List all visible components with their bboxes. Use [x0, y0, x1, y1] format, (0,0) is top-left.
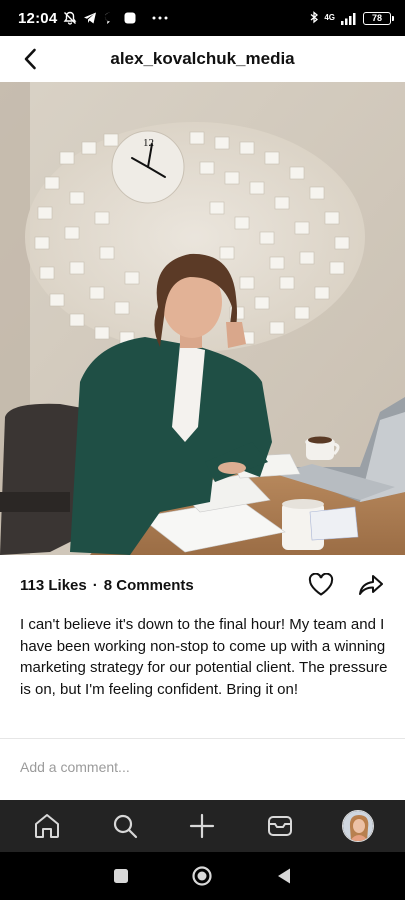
post-actions: 113 Likes · 8 Comments: [0, 566, 405, 604]
notification-icons: [63, 11, 169, 25]
nav-inbox[interactable]: [260, 806, 300, 846]
bottom-nav: [0, 800, 405, 852]
nav-search[interactable]: [105, 806, 145, 846]
inbox-icon: [268, 816, 293, 836]
action-icons: [307, 571, 385, 599]
heart-icon: [308, 573, 334, 596]
system-status: 4G 78: [309, 11, 394, 25]
share-arrow-icon: [359, 575, 383, 595]
status-bar: 12:04 4G 78: [0, 0, 405, 36]
stats-separator: ·: [92, 576, 98, 594]
svg-text:12: 12: [143, 137, 154, 149]
comment-input[interactable]: [20, 752, 385, 782]
triangle-back-icon: [278, 868, 291, 884]
system-back-button[interactable]: [266, 858, 302, 894]
back-button[interactable]: [14, 44, 46, 74]
nav-create[interactable]: [182, 806, 222, 846]
telegram-icon: [84, 12, 97, 24]
avatar: [342, 810, 375, 842]
comments-count[interactable]: 8 Comments: [104, 577, 194, 594]
battery-icon: 78: [363, 11, 394, 25]
post-stats: 113 Likes · 8 Comments: [20, 577, 194, 594]
battery-level: 78: [371, 13, 382, 23]
nav-home[interactable]: [27, 806, 67, 846]
office-woman-photo: 12: [0, 82, 405, 555]
network-type-label: 4G: [324, 13, 335, 22]
home-icon: [34, 814, 59, 838]
share-button[interactable]: [357, 571, 385, 599]
chevron-left-icon: [24, 48, 36, 70]
post-header: alex_kovalchuk_media: [0, 36, 405, 82]
profile-username[interactable]: alex_kovalchuk_media: [110, 49, 294, 69]
search-icon: [113, 814, 137, 839]
plus-icon: [190, 813, 215, 839]
divider: [0, 738, 405, 739]
post-photo[interactable]: 12: [0, 82, 405, 555]
more-dots-icon: [152, 16, 168, 20]
message-bubble-icon: [105, 12, 111, 24]
status-time: 12:04: [18, 9, 58, 27]
profile-photo: [343, 811, 374, 841]
recent-apps-button[interactable]: [103, 858, 139, 894]
nav-profile[interactable]: [338, 806, 378, 846]
circle-icon: [192, 866, 213, 886]
app-square-icon: [124, 12, 136, 24]
like-button[interactable]: [307, 571, 335, 599]
square-icon: [113, 869, 128, 883]
muted-bell-icon: [63, 11, 77, 25]
home-system-button[interactable]: [184, 858, 220, 894]
bluetooth-icon: [310, 11, 319, 24]
signal-icon: [341, 12, 356, 25]
post-caption: I can't believe it's down to the final h…: [20, 616, 388, 698]
system-navigation: [0, 852, 405, 900]
likes-count[interactable]: 113 Likes: [20, 577, 87, 594]
